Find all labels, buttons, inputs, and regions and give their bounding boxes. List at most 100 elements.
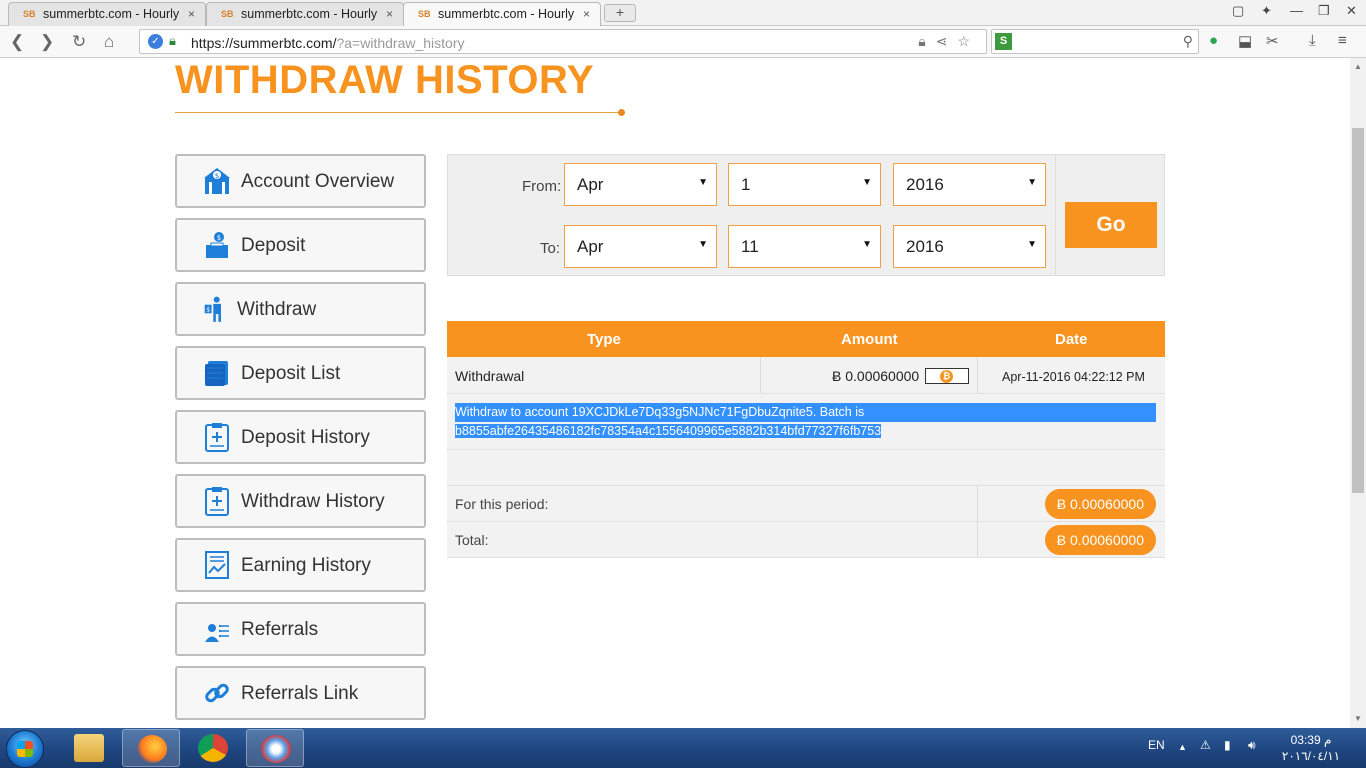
tab-close-icon[interactable]: × [386,7,393,21]
sidebar-item-withdraw[interactable]: $ Withdraw [175,282,426,336]
whatsapp-icon[interactable]: ● [1209,32,1218,49]
bank-icon: $ [204,168,230,194]
scroll-up-icon[interactable]: ▲ [1354,62,1362,71]
share-icon[interactable]: ⋖ [936,33,958,49]
minimize-icon[interactable]: — [1290,3,1303,18]
chat-icon[interactable]: ▢ [1232,3,1244,19]
page-scrollbar[interactable]: ▲ ▼ [1350,58,1366,728]
description-line: b8855abfe26435486182fc78354a4c1556409965… [455,424,882,438]
chart-report-icon [205,551,229,579]
window-close-icon[interactable]: ✕ [1346,3,1357,19]
download-icon[interactable]: ⤓ [1309,32,1316,49]
column-divider [977,522,978,557]
system-clock[interactable]: 03:39 م ٢٠١٦/٠٤/١١ [1280,732,1342,764]
total-label: Total: [455,532,489,548]
sidebar-item-label: Referrals [241,619,319,640]
site-favicon-icon: SB [418,9,431,19]
table-header: Type Amount Date [447,321,1165,357]
sidebar-item-earning-history[interactable]: Earning History [175,538,426,592]
signal-bars-icon[interactable]: ▮ [1224,738,1231,752]
url-text[interactable]: https://summerbtc.com/?a=withdraw_histor… [191,35,465,51]
bookmark-star-icon[interactable]: ☆ [957,33,980,49]
windows-taskbar: EN ▲ ⚠ ▮ 🔊︎ 03:39 م ٢٠١٦/٠٤/١١ [0,728,1366,768]
new-tab-button[interactable]: + [604,4,636,22]
show-hidden-icons-icon[interactable]: ▲ [1178,742,1187,752]
from-day-select[interactable]: 1 ▼ [728,163,881,206]
row-date: Apr-11-2016 04:22:12 PM [1002,370,1145,384]
withdraw-description[interactable]: Withdraw to account 19XCJDkLe7Dq33g5NJNc… [455,403,1156,441]
firefox-icon [137,735,167,763]
bitcoin-badge: ₿ [925,368,969,384]
scissors-icon[interactable]: ✂ [1266,32,1279,50]
from-month-select[interactable]: Apr ▼ [564,163,717,206]
pin-icon[interactable]: ✦ [1261,3,1272,19]
browser-toolbar: ❮ ❯ ↻ ⌂ ✓ 🔒︎ https://summerbtc.com/?a=wi… [0,26,1366,58]
stacked-notes-icon [205,361,228,386]
from-day-value: 1 [741,175,751,194]
sidebar-item-referrals[interactable]: Referrals [175,602,426,656]
svg-text:$: $ [217,234,221,242]
back-icon[interactable]: ❮ [10,32,24,52]
tab-close-icon[interactable]: × [188,7,195,21]
browser-tab-1[interactable]: SB summerbtc.com - Hourly × [8,2,206,26]
clipboard-plus-icon [205,423,229,452]
taskbar-explorer[interactable] [60,729,118,767]
taskbar-browser[interactable] [246,729,304,767]
dropdown-arrow-icon: ▼ [698,177,708,188]
column-header-date: Date [1055,331,1088,348]
reload-icon[interactable]: ↻ [72,32,86,52]
dropdown-arrow-icon: ▼ [862,239,872,250]
column-header-amount: Amount [841,331,898,348]
sidebar-item-label: Account Overview [241,171,395,192]
column-divider [760,357,761,393]
withdraw-person-icon: $ [204,296,221,322]
search-engine-icon[interactable]: S [995,33,1012,50]
tab-close-icon[interactable]: × [583,7,590,21]
sidebar-item-deposit-history[interactable]: Deposit History [175,410,426,464]
browser-tab-2[interactable]: SB summerbtc.com - Hourly × [206,2,404,26]
column-divider [977,357,978,393]
search-box[interactable]: S ⚲ [991,29,1199,54]
search-icon[interactable]: ⚲ [1183,33,1193,50]
to-day-select[interactable]: 11 ▼ [728,225,881,268]
home-icon[interactable]: ⌂ [104,32,114,52]
scroll-down-icon[interactable]: ▼ [1354,714,1362,723]
network-warning-icon[interactable]: ⚠ [1200,738,1211,752]
menu-icon[interactable]: ≡ [1338,32,1347,49]
sidebar-item-label: Deposit History [241,427,370,448]
dropdown-arrow-icon: ▼ [1027,177,1037,188]
to-year-select[interactable]: 2016 ▼ [893,225,1046,268]
to-month-select[interactable]: Apr ▼ [564,225,717,268]
sidebar-item-deposit[interactable]: $ Deposit [175,218,426,272]
go-button[interactable]: Go [1065,202,1157,248]
lock-small-icon[interactable]: 🔒︎ [918,33,935,49]
sidebar-item-account-overview[interactable]: $ Account Overview [175,154,426,208]
address-bar[interactable]: ✓ 🔒︎ https://summerbtc.com/?a=withdraw_h… [139,29,987,54]
verified-shield-icon: ✓ [148,34,163,49]
total-amount-badge: Ƀ 0.00060000 [1044,525,1156,555]
sidebar-item-referrals-link[interactable]: Referrals Link [175,666,426,720]
language-indicator[interactable]: EN [1148,738,1165,752]
sidebar-item-deposit-list[interactable]: Deposit List [175,346,426,400]
to-year-value: 2016 [906,237,944,256]
bitcoin-icon: ₿ [940,370,953,383]
from-year-value: 2016 [906,175,944,194]
forward-icon[interactable]: ❯ [40,32,54,52]
restore-icon[interactable]: ❐ [1318,3,1330,19]
sidebar-item-withdraw-history[interactable]: Withdraw History [175,474,426,528]
taskbar-chrome[interactable] [184,729,242,767]
table-row-description: Withdraw to account 19XCJDkLe7Dq33g5NJNc… [447,394,1165,450]
download-video-icon[interactable]: ⬓ [1238,32,1252,50]
volume-icon[interactable]: 🔊︎ [1248,738,1256,753]
browser-tab-bar: SB summerbtc.com - Hourly × SB summerbtc… [0,0,1366,26]
scrollbar-thumb[interactable] [1352,128,1364,493]
svg-text:$: $ [215,172,219,180]
from-year-select[interactable]: 2016 ▼ [893,163,1046,206]
browser-tab-3-active[interactable]: SB summerbtc.com - Hourly × [403,2,601,26]
start-button[interactable] [6,730,44,768]
deposit-box-icon: $ [206,232,228,258]
taskbar-firefox[interactable] [122,729,180,767]
svg-text:$: $ [206,307,210,314]
lock-icon[interactable]: 🔒︎ [169,33,176,49]
column-divider [977,486,978,521]
